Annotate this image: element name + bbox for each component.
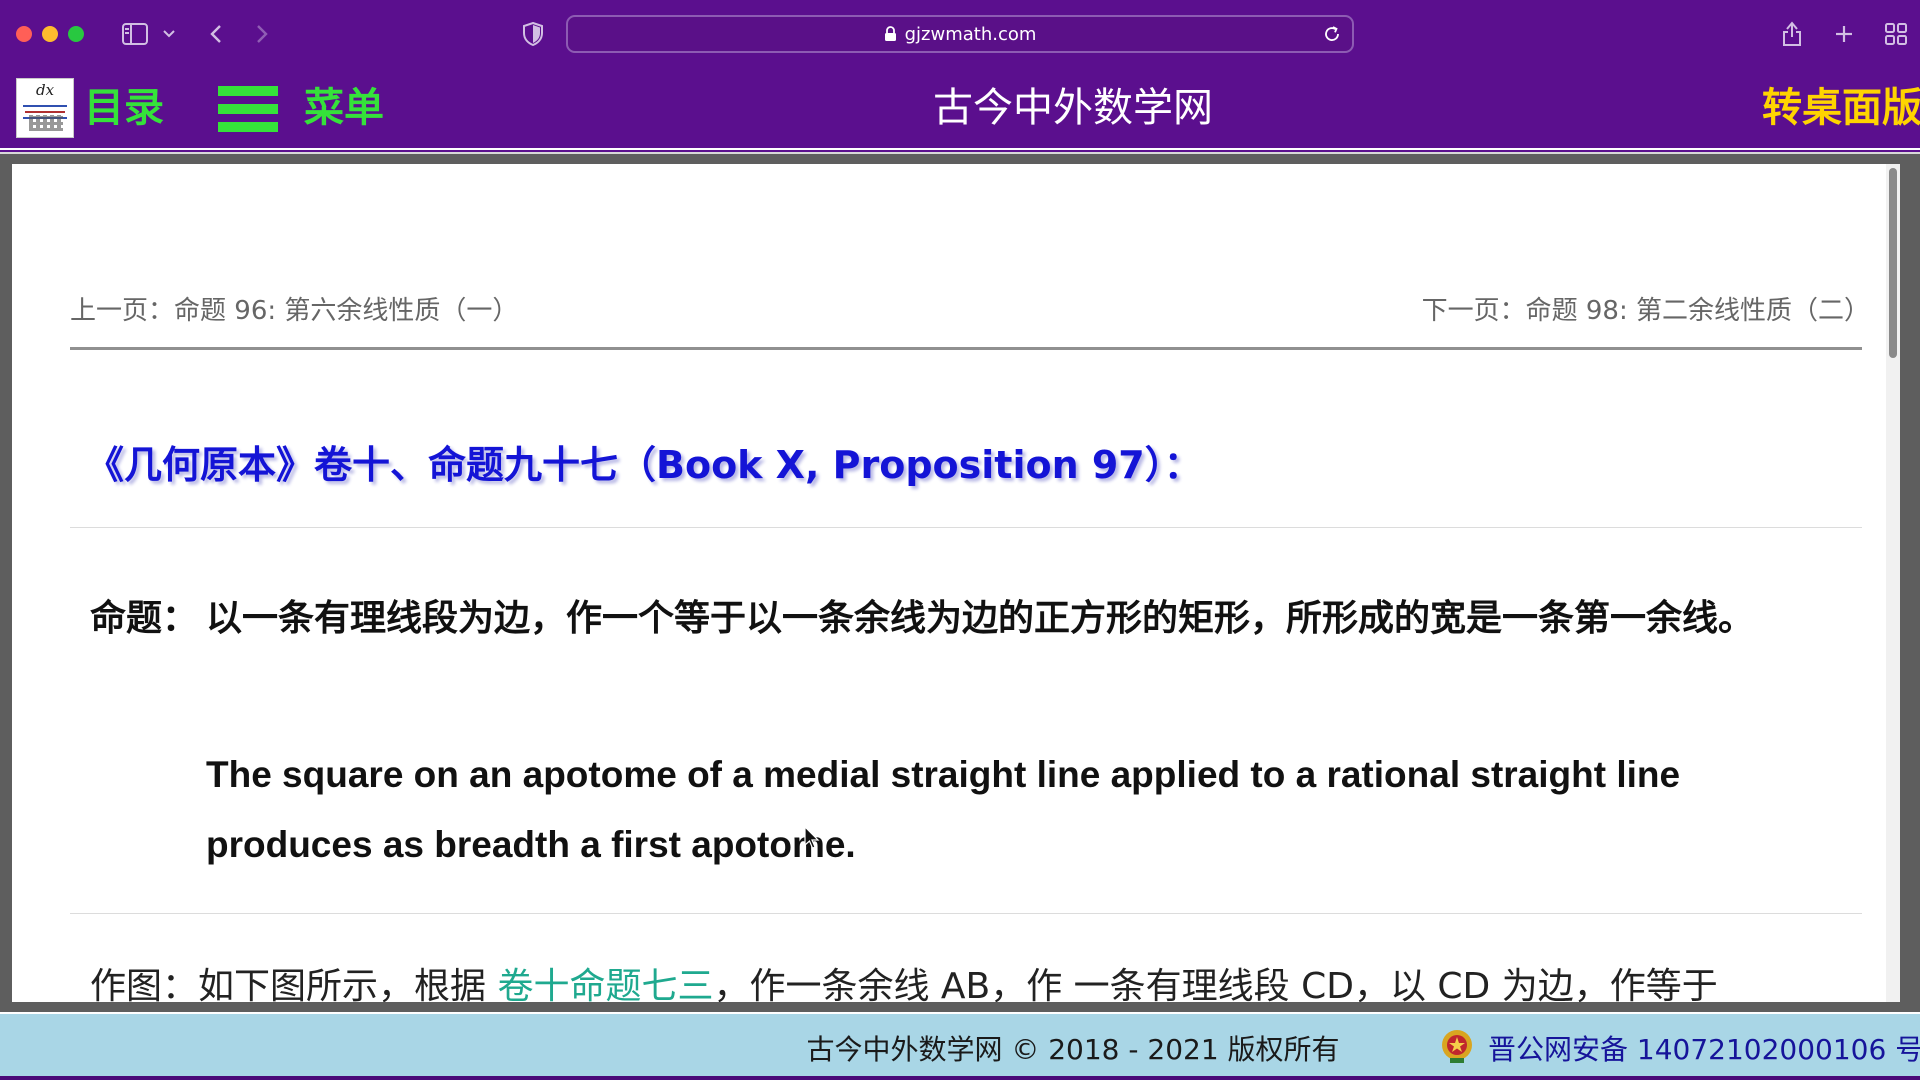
cross-reference-link[interactable]: 卷十命题七三 <box>497 966 713 1002</box>
browser-toolbar: gjzwmath.com <box>0 0 1920 68</box>
heading-divider <box>70 527 1862 528</box>
share-icon[interactable] <box>1776 18 1808 50</box>
construction-text: ，作一条余线 AB，作 一条有理线段 CD，以 CD 为边，作等于 <box>713 966 1718 1002</box>
desktop-version-link[interactable]: 转桌面版 <box>1762 82 1920 134</box>
prev-label: 上一页： <box>70 296 175 326</box>
tab-grid-icon[interactable] <box>1880 18 1912 50</box>
site-footer: 古今中外数学网 © 2018 - 2021 版权所有 晋公网安备 1407210… <box>0 1012 1920 1080</box>
close-window-button[interactable] <box>16 26 32 42</box>
prev-title[interactable]: 命题 96: 第六余线性质（一） <box>174 296 518 326</box>
minimize-window-button[interactable] <box>42 26 58 42</box>
page-scrollbar[interactable] <box>1886 164 1900 1002</box>
footer-bottom-bar <box>0 1076 1920 1080</box>
proposition-heading: 《几何原本》卷十、命题九十七（Book X, Proposition 97）： <box>86 443 1202 487</box>
lock-icon <box>884 26 897 42</box>
pager: 上一页：命题 96: 第六余线性质（一） 下一页：命题 98: 第二余线性质（二… <box>70 290 1870 330</box>
site-header: dx 目录 菜单 古今中外数学网 转桌面版 <box>0 68 1920 148</box>
content-frame: 上一页：命题 96: 第六余线性质（一） 下一页：命题 98: 第二余线性质（二… <box>0 154 1920 1012</box>
statement-chinese: 以一条有理线段为边，作一个等于以一条余线为边的正方形的矩形，所形成的宽是一条第一… <box>206 598 1755 639</box>
icp-record-link[interactable]: 晋公网安备 14072102000106 号 <box>1488 1028 1920 1068</box>
site-title: 古今中外数学网 <box>933 85 1213 131</box>
next-label: 下一页： <box>1421 296 1526 326</box>
zoom-window-button[interactable] <box>68 26 84 42</box>
address-bar[interactable]: gjzwmath.com <box>566 15 1354 53</box>
police-badge-icon <box>1442 1030 1472 1063</box>
chevron-down-icon[interactable] <box>158 18 180 50</box>
next-title[interactable]: 命题 98: 第二余线性质（二） <box>1526 296 1870 326</box>
sidebar-icon[interactable] <box>118 18 152 50</box>
mouse-cursor-icon <box>804 826 820 849</box>
next-page-link[interactable]: 下一页：命题 98: 第二余线性质（二） <box>1422 290 1870 327</box>
pager-divider <box>70 347 1862 350</box>
prev-page-link[interactable]: 上一页：命题 96: 第六余线性质（一） <box>70 290 518 327</box>
window-controls <box>16 26 84 42</box>
url-text: gjzwmath.com <box>904 23 1037 45</box>
statement-label: 命题： <box>90 598 199 639</box>
construction-paragraph: 作图：如下图所示，根据 卷十命题七三，作一条余线 AB，作 一条有理线段 CD，… <box>90 962 1870 1002</box>
chevron-left-icon[interactable] <box>204 18 228 50</box>
statement-english: The square on an apotome of a medial str… <box>206 754 1681 865</box>
scrollbar-thumb[interactable] <box>1889 168 1897 358</box>
reload-icon[interactable] <box>1322 24 1342 44</box>
statement-divider <box>70 913 1862 914</box>
plus-icon[interactable] <box>1828 18 1860 50</box>
chevron-right-icon[interactable] <box>250 18 274 50</box>
construction-lead: 作图：如下图所示，根据 <box>90 966 498 1002</box>
article-page: 上一页：命题 96: 第六余线性质（一） 下一页：命题 98: 第二余线性质（二… <box>12 164 1900 1002</box>
shield-icon[interactable] <box>518 18 548 50</box>
